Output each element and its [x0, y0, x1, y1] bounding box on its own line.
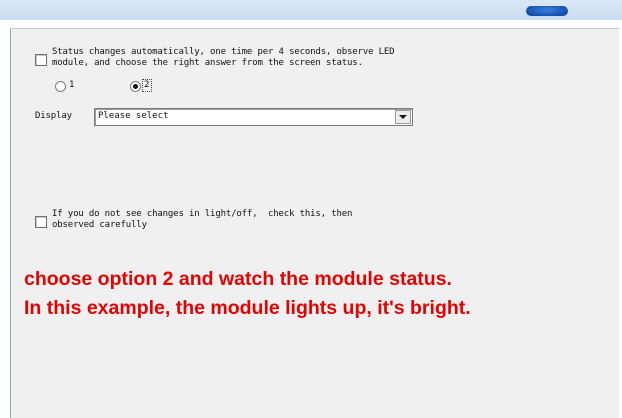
auto-status-label-line1: Status changes automatically, one time p…	[52, 47, 395, 57]
chevron-down-icon[interactable]	[395, 110, 411, 124]
auto-status-checkbox[interactable]	[35, 54, 47, 66]
auto-status-label-line2: module, and choose the right answer from…	[52, 58, 363, 68]
lightoff-label-line2: observed carefully	[52, 220, 147, 230]
lightoff-label-line1: If you do not see changes in light/off, …	[52, 209, 353, 219]
radio-option-2[interactable]	[130, 81, 141, 92]
annotation-line1: choose option 2 and watch the module sta…	[24, 268, 452, 290]
lightoff-checkbox[interactable]	[35, 216, 47, 228]
display-select[interactable]: Please select	[94, 108, 413, 126]
left-margin	[0, 28, 10, 417]
annotation-line2: In this example, the module lights up, i…	[24, 297, 471, 319]
window-control-button[interactable]	[526, 6, 568, 16]
display-label: Display	[35, 111, 72, 121]
radio-option-1-label: 1	[69, 80, 75, 90]
display-select-value: Please select	[98, 111, 169, 121]
radio-option-2-label: 2	[144, 80, 150, 90]
radio-option-1[interactable]	[55, 81, 66, 92]
